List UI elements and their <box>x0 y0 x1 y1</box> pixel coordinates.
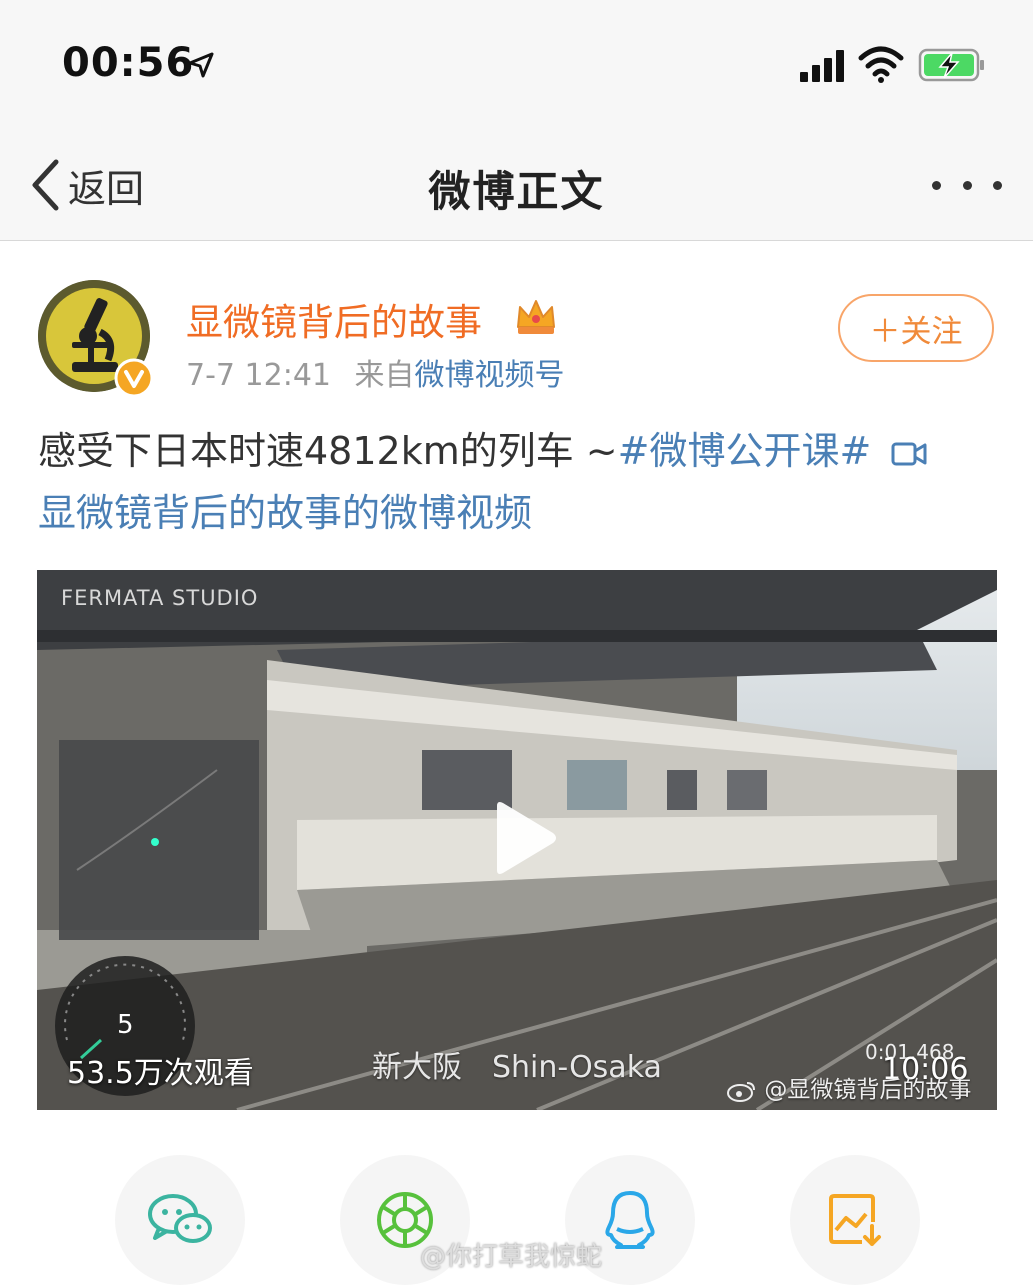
crown-icon <box>517 300 555 334</box>
location-arrow-icon <box>188 52 214 78</box>
view-count: 53.5万次观看 <box>67 1056 254 1091</box>
weibo-logo-icon <box>727 1081 755 1102</box>
weibo-watermark: @显微镜背后的故事 <box>727 1070 971 1104</box>
video-player[interactable]: FERMATA STUDIO 5 53.5万次观看 新大阪 Shin-Osaka… <box>37 570 997 1110</box>
post-text: 感受下日本时速4812km的列车 ~#微博公开课# 显微镜背后的故事的微博视频 <box>38 420 998 544</box>
qq-icon <box>605 1191 655 1249</box>
post-source-link[interactable]: 微博视频号 <box>415 358 565 393</box>
play-icon[interactable] <box>489 800 559 876</box>
signal-icon <box>800 50 844 82</box>
status-bar: 00:56 <box>0 0 1033 130</box>
video-link[interactable]: 显微镜背后的故事的微博视频 <box>38 491 532 535</box>
more-dots-icon <box>932 180 941 190</box>
hashtag-link[interactable]: #微博公开课# <box>618 429 872 473</box>
nav-bar: 返回 微博正文 <box>0 130 1033 241</box>
save-image-button[interactable] <box>790 1155 920 1285</box>
weibo-watermark-text: @显微镜背后的故事 <box>764 1077 972 1103</box>
page-title: 微博正文 <box>428 167 605 216</box>
share-wechat-button[interactable] <box>115 1155 245 1285</box>
post-meta: 7-7 12:41 来自微博视频号 <box>186 350 565 394</box>
bottom-watermark: @你打草我惊蛇 <box>420 1242 603 1272</box>
follow-button[interactable]: ＋关注 <box>838 294 994 362</box>
post-body: 感受下日本时速4812km的列车 ~ <box>38 429 618 473</box>
username[interactable]: 显微镜背后的故事 <box>186 292 482 346</box>
station-caption: 新大阪 Shin-Osaka <box>372 1050 662 1085</box>
source-prefix: 来自 <box>354 358 415 393</box>
video-camera-icon <box>891 442 927 465</box>
wechat-icon <box>148 1194 212 1243</box>
battery-charging-icon <box>918 48 984 82</box>
verified-badge-icon <box>114 358 154 398</box>
post-timestamp: 7-7 12:41 <box>186 358 331 393</box>
studio-watermark: FERMATA STUDIO <box>61 586 259 610</box>
wifi-icon <box>858 46 904 83</box>
save-image-icon <box>829 1194 881 1246</box>
speed-readout: 5 <box>117 1010 134 1040</box>
status-time: 00:56 <box>62 40 195 86</box>
more-button[interactable] <box>932 175 1002 195</box>
